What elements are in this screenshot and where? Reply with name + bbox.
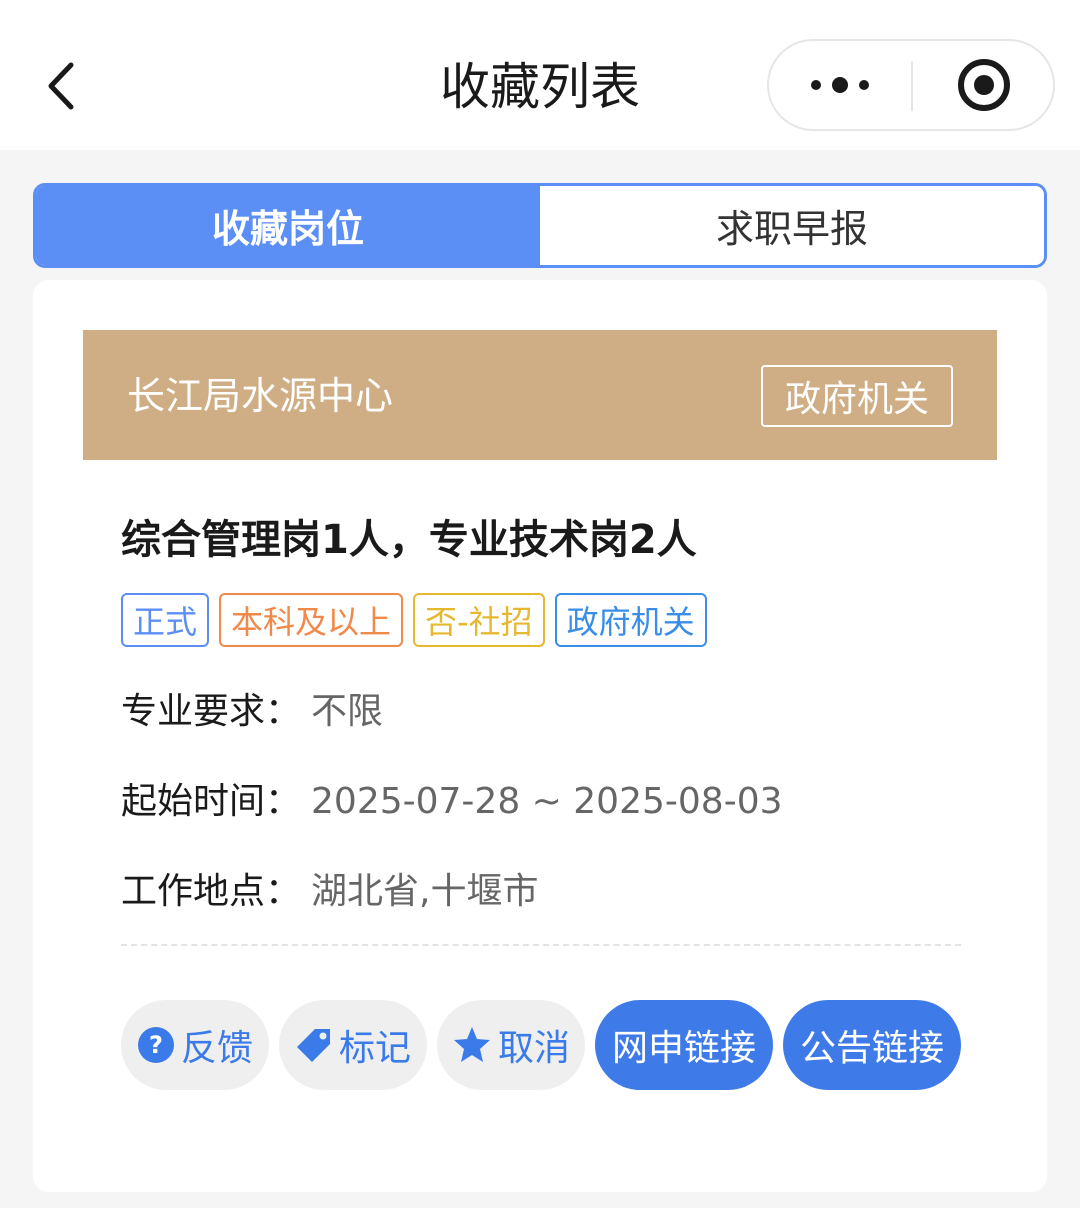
cancel-favorite-button[interactable]: 取消 — [437, 1000, 585, 1090]
cancel-label: 取消 — [497, 1028, 570, 1069]
target-circle-icon — [958, 59, 1010, 111]
tab-bar: 收藏岗位 求职早报 — [33, 183, 1047, 268]
mark-button[interactable]: 标记 — [279, 1000, 427, 1090]
info-major: 专业要求： 不限 — [121, 690, 383, 734]
tab-job-daily[interactable]: 求职早报 — [540, 186, 1044, 265]
svg-text:?: ? — [149, 1031, 163, 1059]
divider — [121, 944, 961, 946]
job-tags: 正式 本科及以上 否-社招 政府机关 — [121, 593, 707, 647]
mark-label: 标记 — [338, 1028, 411, 1069]
info-value: 湖北省,十堰市 — [311, 871, 539, 912]
org-type-badge: 政府机关 — [760, 365, 953, 427]
tag-education: 本科及以上 — [219, 593, 404, 647]
app-root: 收藏列表 收藏岗位 求职早报 长江局水源中心 政府机关 综合管理岗1人，专业技术… — [0, 0, 1080, 1208]
job-title[interactable]: 综合管理岗1人，专业技术岗2人 — [121, 515, 697, 565]
tag-icon — [296, 1029, 330, 1062]
close-mini-program-button[interactable] — [913, 41, 1055, 129]
action-bar: ? 反馈 标记 取消 网申链接 公告链接 — [121, 1000, 961, 1090]
job-card: 长江局水源中心 政府机关 综合管理岗1人，专业技术岗2人 正式 本科及以上 否-… — [33, 280, 1047, 1192]
question-circle-icon: ? — [137, 1027, 174, 1063]
feedback-label: 反馈 — [180, 1028, 253, 1069]
info-label: 工作地点： — [121, 871, 302, 912]
info-label: 专业要求： — [121, 691, 302, 732]
info-value: 不限 — [311, 691, 384, 732]
mini-program-capsule — [767, 39, 1055, 131]
tag-recruit-type: 否-社招 — [413, 593, 545, 647]
tag-org-type: 政府机关 — [554, 593, 707, 647]
apply-link-button[interactable]: 网申链接 — [595, 1000, 773, 1090]
tag-employment-type: 正式 — [121, 593, 210, 647]
more-button[interactable] — [769, 41, 911, 129]
info-period: 起始时间： 2025-07-28 ~ 2025-08-03 — [121, 780, 783, 824]
org-name: 长江局水源中心 — [127, 374, 394, 418]
star-icon — [453, 1027, 490, 1062]
feedback-button[interactable]: ? 反馈 — [121, 1000, 269, 1090]
info-value: 2025-07-28 ~ 2025-08-03 — [311, 781, 783, 822]
info-label: 起始时间： — [121, 781, 302, 822]
more-dots-icon — [811, 77, 869, 93]
tab-saved-jobs[interactable]: 收藏岗位 — [36, 186, 540, 265]
org-banner[interactable]: 长江局水源中心 政府机关 — [83, 330, 997, 460]
info-location: 工作地点： 湖北省,十堰市 — [121, 870, 538, 914]
notice-link-button[interactable]: 公告链接 — [783, 1000, 961, 1090]
nav-header: 收藏列表 — [0, 0, 1080, 150]
